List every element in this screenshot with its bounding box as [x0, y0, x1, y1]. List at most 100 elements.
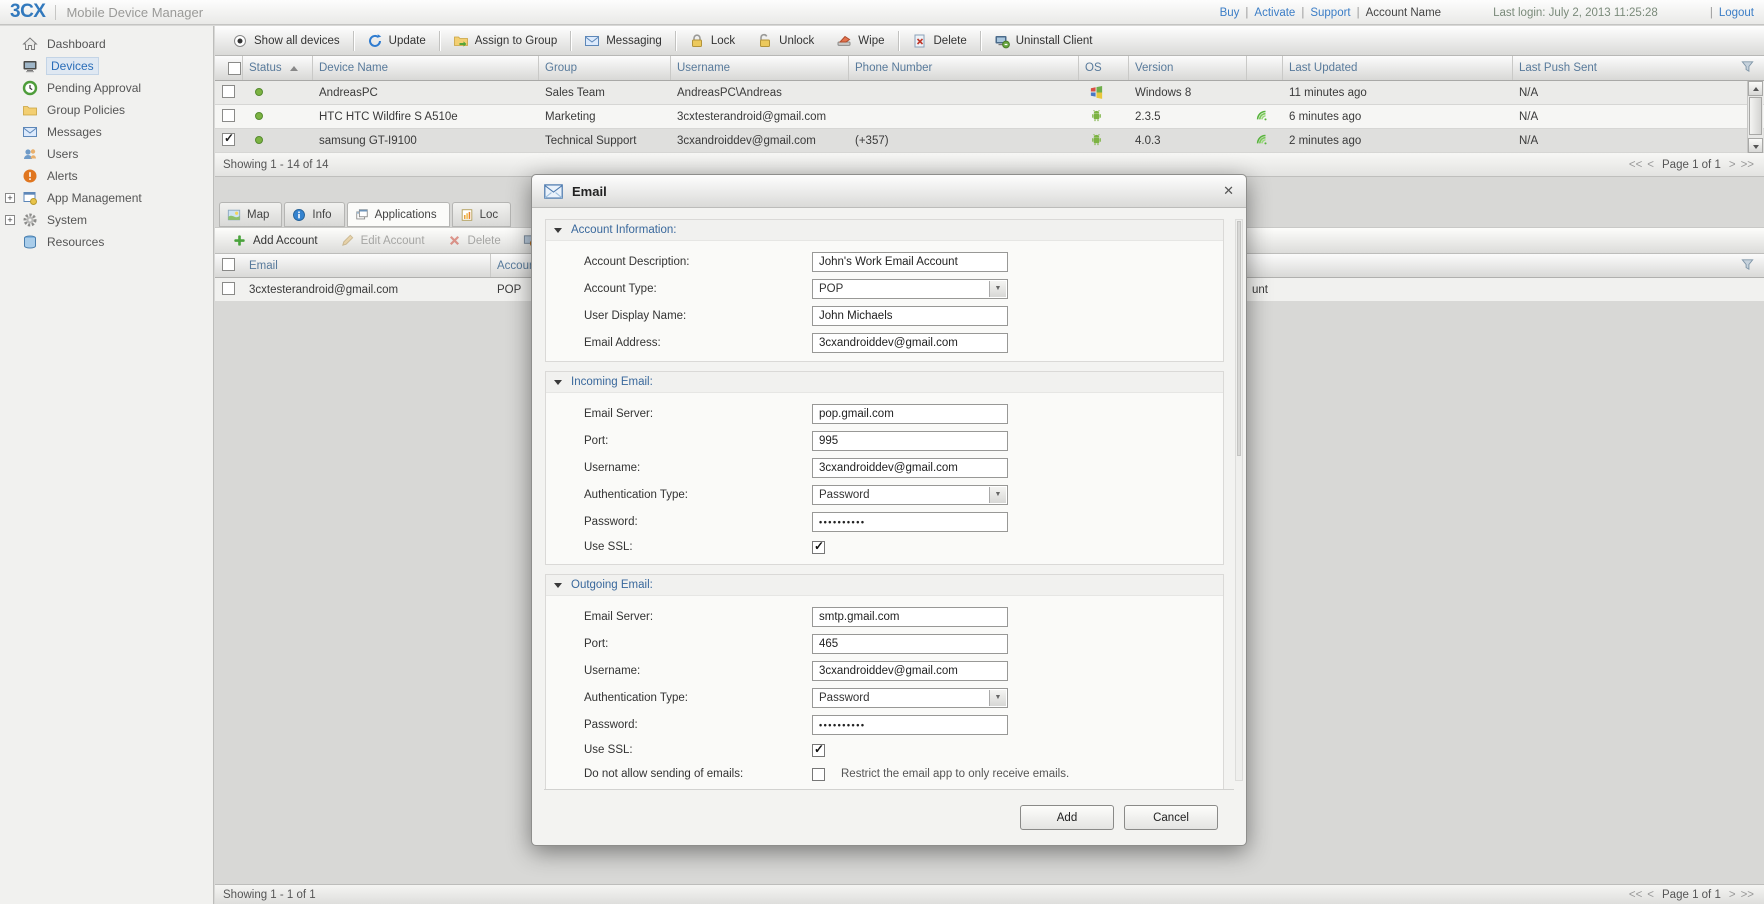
sidebar-item-system[interactable]: System	[0, 209, 213, 231]
scroll-up-button[interactable]	[1748, 81, 1763, 96]
account-description-input[interactable]	[812, 252, 1008, 272]
first-page-button[interactable]: <<	[1629, 889, 1642, 901]
sidebar-item-messages[interactable]: Messages	[0, 121, 213, 143]
scrollbar-thumb[interactable]	[1237, 221, 1241, 456]
chevron-down-icon	[989, 487, 1006, 503]
sidebar-item-resources[interactable]: Resources	[0, 231, 213, 253]
sidebar-item-pending-approval[interactable]: Pending Approval	[0, 77, 213, 99]
unlock-icon	[757, 33, 773, 49]
section-header[interactable]: Incoming Email:	[546, 372, 1223, 393]
column-phone-number[interactable]: Phone Number	[849, 56, 1079, 80]
row-checkbox[interactable]	[222, 109, 235, 122]
tab-location[interactable]: Loc	[452, 202, 512, 227]
prev-page-button[interactable]: <	[1647, 159, 1654, 171]
cancel-button[interactable]: Cancel	[1124, 805, 1218, 830]
alerts-icon	[22, 168, 39, 184]
sidebar-item-group-policies[interactable]: Group Policies	[0, 99, 213, 121]
buy-link[interactable]: Buy	[1220, 7, 1240, 19]
assign-to-group-button[interactable]: Assign to Group	[442, 29, 568, 53]
field-label: Username:	[584, 462, 812, 474]
column-status[interactable]: Status	[243, 56, 313, 80]
device-row-andreaspc[interactable]: AndreasPC Sales Team AndreasPC\Andreas W…	[215, 81, 1764, 105]
android-icon	[1079, 108, 1129, 126]
wipe-button[interactable]: Wipe	[825, 29, 895, 53]
column-device-name[interactable]: Device Name	[313, 56, 539, 80]
tab-info[interactable]: Info	[284, 202, 344, 227]
sidebar-item-alerts[interactable]: Alerts	[0, 165, 213, 187]
chevron-down-icon	[989, 281, 1006, 297]
filter-icon[interactable]	[1730, 59, 1764, 77]
sidebar-item-dashboard[interactable]: Dashboard	[0, 33, 213, 55]
column-last-push-sent[interactable]: Last Push Sent	[1513, 56, 1730, 80]
unlock-button[interactable]: Unlock	[746, 29, 825, 53]
messaging-icon	[584, 33, 600, 49]
lock-button[interactable]: Lock	[678, 29, 746, 53]
email-select-all-checkbox[interactable]	[222, 258, 235, 271]
activate-link[interactable]: Activate	[1254, 7, 1295, 19]
pagination: << < Page 1 of 1 > >>	[1629, 889, 1754, 901]
column-username[interactable]: Username	[671, 56, 849, 80]
first-page-button[interactable]: <<	[1629, 159, 1642, 171]
outgoing-use-ssl-checkbox[interactable]	[812, 744, 825, 757]
row-checkbox[interactable]	[222, 85, 235, 98]
column-os[interactable]: OS	[1079, 56, 1129, 80]
incoming-port-input[interactable]	[812, 431, 1008, 451]
online-status-icon	[255, 88, 263, 96]
outgoing-password-input[interactable]	[812, 715, 1008, 735]
sidebar-item-users[interactable]: Users	[0, 143, 213, 165]
tab-applications[interactable]: Applications	[347, 202, 450, 227]
filter-icon[interactable]	[1730, 257, 1764, 275]
field-label: Use SSL:	[584, 541, 812, 553]
row-checkbox[interactable]	[222, 282, 235, 295]
outgoing-port-input[interactable]	[812, 634, 1008, 654]
sidebar-item-devices[interactable]: Devices	[0, 55, 213, 77]
scrollbar-thumb[interactable]	[1749, 97, 1762, 135]
column-version[interactable]: Version	[1129, 56, 1247, 80]
add-account-button[interactable]: Add Account	[221, 230, 329, 251]
incoming-username-input[interactable]	[812, 458, 1008, 478]
close-icon[interactable]	[1223, 183, 1234, 199]
next-page-button[interactable]: >	[1729, 159, 1736, 171]
incoming-use-ssl-checkbox[interactable]	[812, 541, 825, 554]
incoming-password-input[interactable]	[812, 512, 1008, 532]
logout-link[interactable]: Logout	[1719, 7, 1754, 19]
scroll-down-button[interactable]	[1748, 138, 1763, 153]
add-button[interactable]: Add	[1020, 805, 1114, 830]
uninstall-client-button[interactable]: Uninstall Client	[983, 29, 1104, 53]
outgoing-server-input[interactable]	[812, 607, 1008, 627]
column-last-updated[interactable]: Last Updated	[1283, 56, 1513, 80]
tab-map[interactable]: Map	[219, 202, 282, 227]
email-address-input[interactable]	[812, 333, 1008, 353]
field-label: Use SSL:	[584, 744, 812, 756]
delete-account-button: Delete	[436, 230, 512, 251]
row-checkbox[interactable]	[222, 133, 235, 146]
prev-page-button[interactable]: <	[1647, 889, 1654, 901]
column-email[interactable]: Email	[243, 254, 491, 277]
incoming-auth-type-select[interactable]: Password	[812, 485, 1008, 505]
outgoing-auth-type-select[interactable]: Password	[812, 688, 1008, 708]
field-label: Account Description:	[584, 256, 812, 268]
incoming-server-input[interactable]	[812, 404, 1008, 424]
collapse-triangle-icon	[554, 228, 562, 233]
next-page-button[interactable]: >	[1729, 889, 1736, 901]
show-all-devices-button[interactable]: Show all devices	[221, 29, 351, 53]
section-header[interactable]: Account Information:	[546, 220, 1223, 241]
section-header[interactable]: Outgoing Email:	[546, 575, 1223, 596]
account-type-select[interactable]: POP	[812, 279, 1008, 299]
support-link[interactable]: Support	[1310, 7, 1350, 19]
select-all-checkbox[interactable]	[228, 62, 241, 75]
update-button[interactable]: Update	[356, 29, 437, 53]
sidebar-item-app-management[interactable]: App Management	[0, 187, 213, 209]
expand-plus-icon[interactable]	[5, 215, 15, 225]
outgoing-username-input[interactable]	[812, 661, 1008, 681]
do-not-allow-sending-checkbox[interactable]	[812, 768, 825, 781]
messaging-button[interactable]: Messaging	[573, 29, 673, 53]
expand-plus-icon[interactable]	[5, 193, 15, 203]
device-row-htc-wildfire[interactable]: HTC HTC Wildfire S A510e Marketing 3cxte…	[215, 105, 1764, 129]
user-display-name-input[interactable]	[812, 306, 1008, 326]
delete-button[interactable]: Delete	[901, 29, 978, 53]
column-group[interactable]: Group	[539, 56, 671, 80]
device-row-samsung-gt-i9100[interactable]: samsung GT-I9100 Technical Support 3cxan…	[215, 129, 1764, 153]
last-page-button[interactable]: >>	[1741, 889, 1754, 901]
last-page-button[interactable]: >>	[1741, 159, 1754, 171]
